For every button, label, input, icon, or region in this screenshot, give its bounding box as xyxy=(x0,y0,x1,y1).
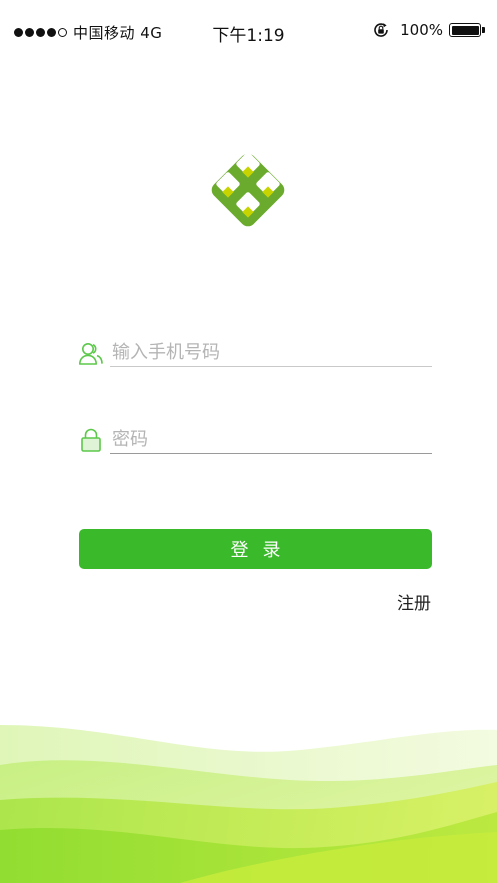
password-input[interactable] xyxy=(110,425,432,453)
phone-input[interactable] xyxy=(110,338,432,366)
battery-percent: 100% xyxy=(400,21,443,39)
phone-field xyxy=(78,338,432,368)
password-underline xyxy=(110,453,432,454)
lock-icon xyxy=(81,428,101,452)
user-icon xyxy=(79,343,103,365)
status-bar: 中国移动 4G 下午1:19 100% xyxy=(0,0,497,64)
phone-underline xyxy=(110,366,432,367)
background-waves xyxy=(0,725,497,883)
rotation-lock-icon xyxy=(374,23,388,37)
app-logo-icon xyxy=(211,152,285,227)
battery-icon xyxy=(449,23,485,37)
password-field xyxy=(78,425,432,455)
status-right: 100% xyxy=(372,21,485,39)
register-link[interactable]: 注册 xyxy=(397,589,431,614)
login-button[interactable]: 登录 xyxy=(79,529,432,569)
